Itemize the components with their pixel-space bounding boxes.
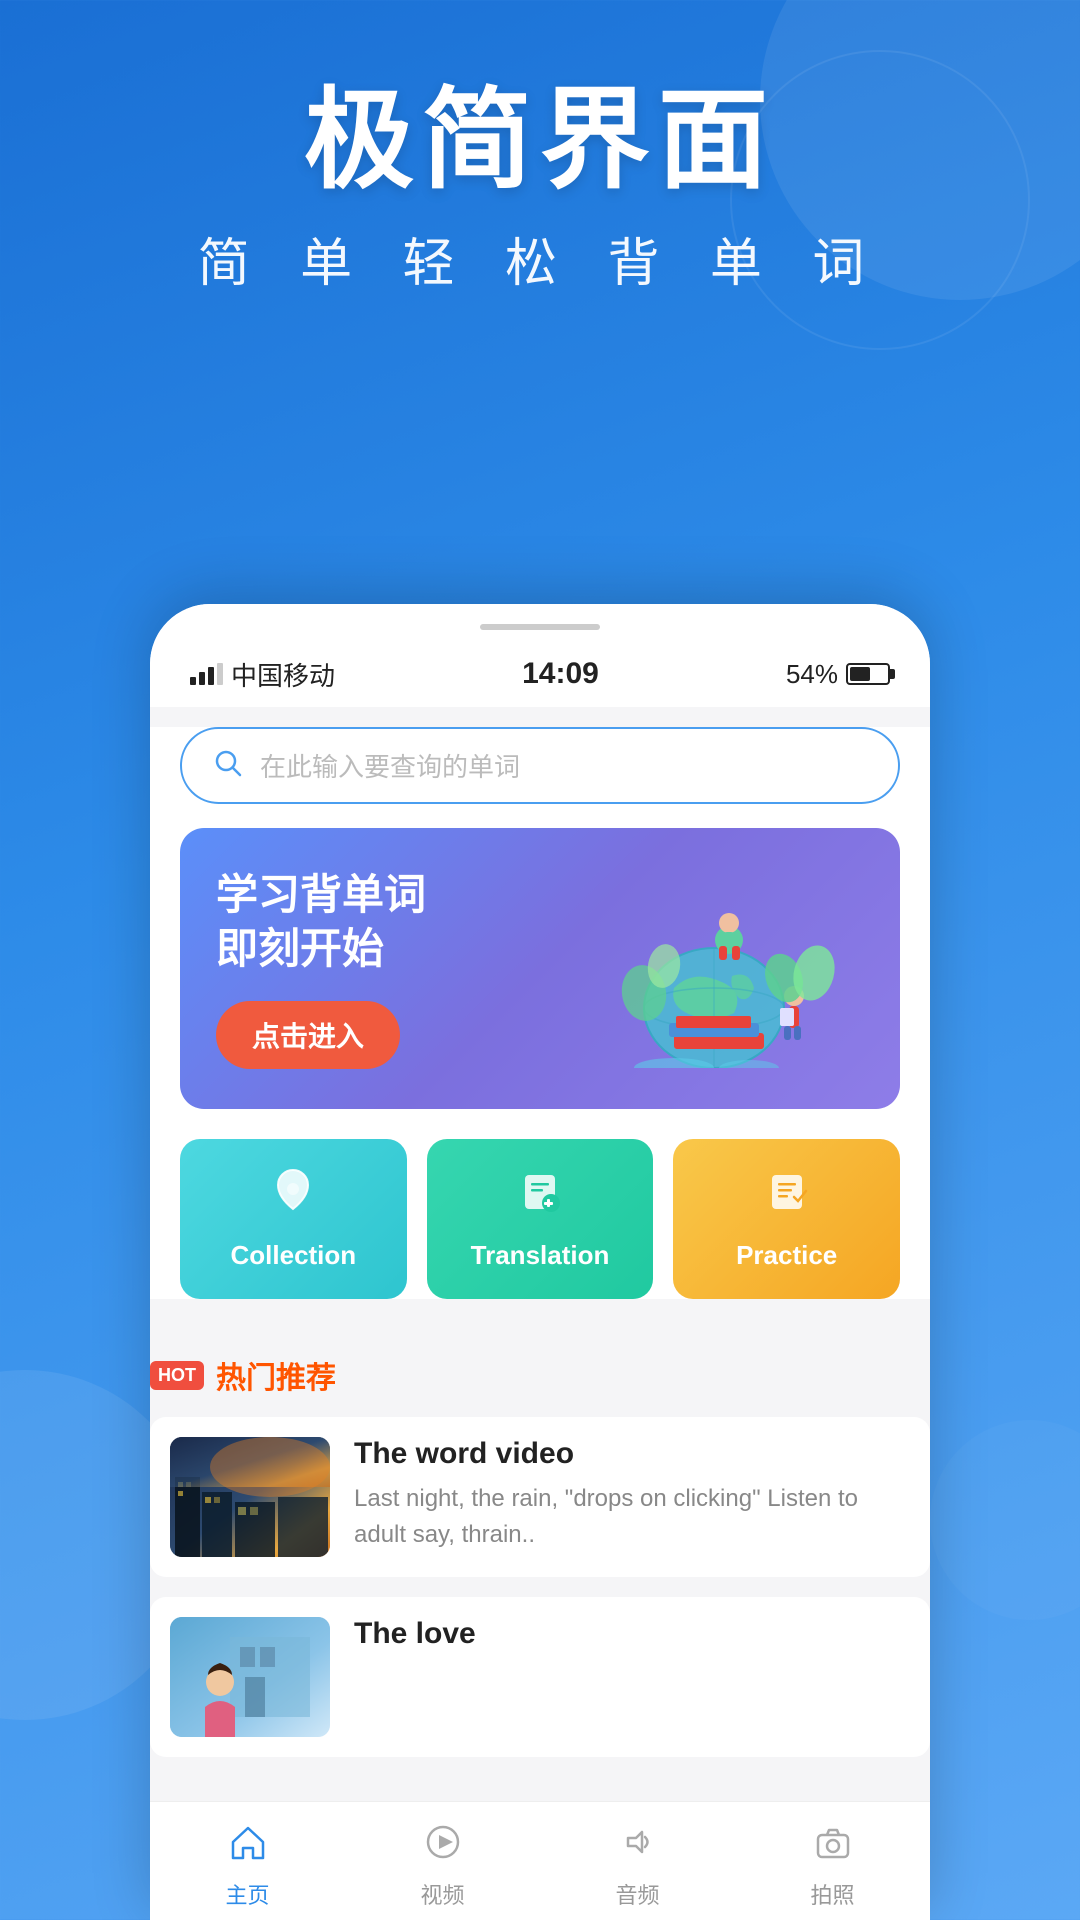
nav-item-play[interactable]: 视频: [393, 1822, 493, 1910]
content-title-0: The word video: [354, 1437, 910, 1471]
bg-decoration-4: [930, 1420, 1080, 1620]
collection-icon: [268, 1167, 318, 1230]
camera-nav-label: 拍照: [810, 1878, 854, 1910]
content-info-1: The love: [354, 1617, 910, 1737]
home-nav-label: 主页: [225, 1878, 269, 1910]
banner-text: 学习背单词 即刻开始 点击进入: [216, 868, 584, 1069]
signal-icon: [190, 663, 223, 685]
phone-mockup: 中国移动 14:09 54% 在此输入要查询的单词: [150, 604, 930, 1920]
content-thumb-1: [170, 1617, 330, 1737]
nav-item-home[interactable]: 主页: [198, 1822, 298, 1910]
content-item-1[interactable]: The love: [150, 1597, 930, 1757]
home-nav-icon: [228, 1822, 268, 1872]
status-bar-left: 中国移动: [190, 656, 335, 693]
content-title-1: The love: [354, 1617, 910, 1651]
nav-item-camera[interactable]: 拍照: [783, 1822, 883, 1910]
status-bar: 中国移动 14:09 54%: [190, 646, 890, 707]
video-thumbnail: [170, 1437, 330, 1557]
practice-label: Practice: [736, 1240, 837, 1271]
bottom-nav: 主页 视频 音频: [150, 1801, 930, 1920]
hot-section: HOT 热门推荐: [150, 1329, 930, 1801]
content-item-0[interactable]: The word video Last night, the rain, "dr…: [150, 1417, 930, 1577]
globe-svg: [584, 868, 864, 1068]
battery-percent: 54%: [786, 659, 838, 690]
camera-nav-icon: [813, 1822, 853, 1872]
practice-icon: [762, 1167, 812, 1230]
feature-card-practice[interactable]: Practice: [673, 1139, 900, 1299]
translation-icon: [515, 1167, 565, 1230]
love-thumbnail: [170, 1617, 330, 1737]
content-info-0: The word video Last night, the rain, "dr…: [354, 1437, 910, 1557]
header-area: 极简界面 简 单 轻 松 背 单 词: [0, 0, 1080, 336]
feature-cards: Collection Translation: [180, 1139, 900, 1299]
hot-title: 热门推荐: [216, 1353, 336, 1397]
main-title: 极简界面: [0, 80, 1080, 201]
banner: 学习背单词 即刻开始 点击进入: [180, 828, 900, 1109]
carrier-name: 中国移动: [231, 656, 335, 693]
play-nav-label: 视频: [420, 1878, 464, 1910]
banner-cta-button[interactable]: 点击进入: [216, 1001, 400, 1069]
feature-card-translation[interactable]: Translation: [427, 1139, 654, 1299]
feature-card-collection[interactable]: Collection: [180, 1139, 407, 1299]
battery-fill: [850, 667, 870, 681]
nav-item-volume[interactable]: 音频: [588, 1822, 688, 1910]
play-nav-icon: [423, 1822, 463, 1872]
translation-label: Translation: [471, 1240, 610, 1271]
collection-label: Collection: [231, 1240, 357, 1271]
home-indicator: [480, 624, 600, 630]
sub-title: 简 单 轻 松 背 单 词: [0, 221, 1080, 296]
volume-nav-icon: [618, 1822, 658, 1872]
status-bar-right: 54%: [786, 659, 890, 690]
phone-top-bar: 中国移动 14:09 54%: [150, 604, 930, 707]
status-time: 14:09: [522, 657, 599, 691]
banner-illustration: [584, 868, 864, 1068]
search-bar[interactable]: 在此输入要查询的单词: [180, 727, 900, 804]
hot-header: HOT 热门推荐: [150, 1353, 930, 1397]
hot-badge: HOT: [150, 1361, 204, 1390]
search-input[interactable]: 在此输入要查询的单词: [260, 747, 520, 784]
content-desc-0: Last night, the rain, "drops on clicking…: [354, 1481, 910, 1553]
banner-title: 学习背单词 即刻开始: [216, 868, 584, 977]
phone-content: 在此输入要查询的单词 学习背单词 即刻开始 点击进入: [150, 727, 930, 1299]
battery-icon: [846, 663, 890, 685]
volume-nav-label: 音频: [615, 1878, 659, 1910]
search-icon: [212, 747, 244, 784]
content-thumb-0: [170, 1437, 330, 1557]
